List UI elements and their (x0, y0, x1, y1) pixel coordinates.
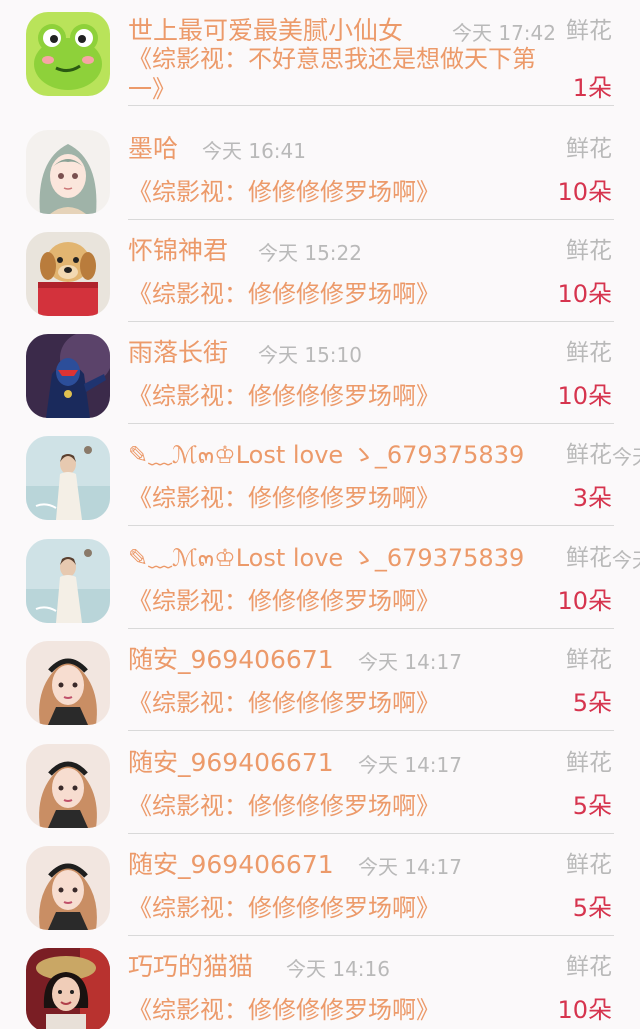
list-item[interactable]: 随安_969406671 今天 14:17 鲜花 《综影视：修修修修罗场啊》 5… (0, 834, 640, 936)
gift-type: 鲜花 (566, 18, 612, 44)
list-item[interactable]: ✎﹏ℳ๓♔Lost love ゝ_679375839 今天 15 鲜花 《综影视… (0, 424, 640, 526)
timestamp: 今天 16:41 (202, 139, 306, 163)
user-name[interactable]: 随安_969406671 (128, 643, 334, 677)
timestamp: 今天 15 (612, 548, 640, 572)
frog-avatar[interactable] (26, 12, 110, 96)
timestamp: 今天 14:17 (358, 753, 462, 777)
gift-type: 鲜花 (566, 545, 612, 571)
gift-count: 5朵 (572, 689, 612, 717)
book-title[interactable]: 《综影视：修修修修罗场啊》 (128, 176, 440, 208)
divider (128, 730, 614, 731)
list-item[interactable]: 墨哈 今天 16:41 鲜花 《综影视：修修修修罗场啊》 10朵 (0, 118, 640, 220)
gift-type: 鲜花 (566, 954, 612, 980)
gift-record-list: 世上最可爱最美腻小仙女 今天 17:42 鲜花 《综影视：不好意思我还是想做天下… (0, 0, 640, 1029)
gift-type: 鲜花 (566, 136, 612, 162)
gift-count: 10朵 (557, 178, 612, 206)
list-item[interactable]: 世上最可爱最美腻小仙女 今天 17:42 鲜花 《综影视：不好意思我还是想做天下… (0, 0, 640, 106)
gift-count: 5朵 (572, 894, 612, 922)
user-name[interactable]: ✎﹏ℳ๓♔Lost love ゝ_679375839 (128, 541, 524, 575)
user-name[interactable]: 随安_969406671 (128, 746, 334, 780)
user-name[interactable]: 世上最可爱最美腻小仙女 (128, 14, 403, 48)
list-item[interactable]: 随安_969406671 今天 14:17 鲜花 《综影视：修修修修罗场啊》 5… (0, 629, 640, 731)
timestamp: 今天 14:17 (358, 650, 462, 674)
retro-girl-avatar[interactable] (26, 744, 110, 828)
book-title[interactable]: 《综影视：不好意思我还是想做天下第一》 (128, 44, 558, 104)
timestamp: 今天 17:42 (452, 21, 556, 45)
anime-girl-avatar[interactable] (26, 130, 110, 214)
timestamp: 今天 15:10 (258, 343, 362, 367)
sea-girl-avatar[interactable] (26, 436, 110, 520)
armored-hero-avatar[interactable] (26, 334, 110, 418)
gift-type: 鲜花 (566, 852, 612, 878)
gift-type: 鲜花 (566, 750, 612, 776)
book-title[interactable]: 《综影视：修修修修罗场啊》 (128, 994, 440, 1026)
user-name[interactable]: 墨哈 (128, 132, 178, 166)
retro-girl-avatar[interactable] (26, 846, 110, 930)
gift-type: 鲜花 (566, 238, 612, 264)
sea-girl-avatar[interactable] (26, 539, 110, 623)
list-item[interactable]: ✎﹏ℳ๓♔Lost love ゝ_679375839 今天 15 鲜花 《综影视… (0, 527, 640, 629)
gift-count: 10朵 (557, 587, 612, 615)
gift-type: 鲜花 (566, 442, 612, 468)
photo-girl-avatar[interactable] (26, 948, 110, 1029)
user-name[interactable]: 雨落长街 (128, 336, 228, 370)
user-name[interactable]: ✎﹏ℳ๓♔Lost love ゝ_679375839 (128, 438, 524, 472)
timestamp: 今天 15:22 (258, 241, 362, 265)
gift-count: 3朵 (572, 484, 612, 512)
book-title[interactable]: 《综影视：修修修修罗场啊》 (128, 892, 440, 924)
timestamp: 今天 14:17 (358, 855, 462, 879)
user-name[interactable]: 怀锦神君 (128, 234, 228, 268)
book-title[interactable]: 《综影视：修修修修罗场啊》 (128, 585, 440, 617)
list-item[interactable]: 巧巧的猫猫 今天 14:16 鲜花 《综影视：修修修修罗场啊》 10朵 (0, 936, 640, 1029)
user-name[interactable]: 随安_969406671 (128, 848, 334, 882)
list-item[interactable]: 随安_969406671 今天 14:17 鲜花 《综影视：修修修修罗场啊》 5… (0, 732, 640, 834)
list-item[interactable]: 怀锦神君 今天 15:22 鲜花 《综影视：修修修修罗场啊》 10朵 (0, 220, 640, 322)
gift-count: 1朵 (572, 74, 612, 102)
book-title[interactable]: 《综影视：修修修修罗场啊》 (128, 482, 440, 514)
gift-count: 10朵 (557, 280, 612, 308)
gift-count: 5朵 (572, 792, 612, 820)
timestamp: 今天 15 (612, 445, 640, 469)
book-title[interactable]: 《综影视：修修修修罗场啊》 (128, 278, 440, 310)
gift-count: 10朵 (557, 382, 612, 410)
book-title[interactable]: 《综影视：修修修修罗场啊》 (128, 380, 440, 412)
book-title[interactable]: 《综影视：修修修修罗场啊》 (128, 790, 440, 822)
list-item[interactable]: 雨落长街 今天 15:10 鲜花 《综影视：修修修修罗场啊》 10朵 (0, 322, 640, 424)
puppy-avatar[interactable] (26, 232, 110, 316)
gift-type: 鲜花 (566, 340, 612, 366)
retro-girl-avatar[interactable] (26, 641, 110, 725)
timestamp: 今天 14:16 (286, 957, 390, 981)
book-title[interactable]: 《综影视：修修修修罗场啊》 (128, 687, 440, 719)
user-name[interactable]: 巧巧的猫猫 (128, 950, 253, 984)
divider (128, 525, 614, 526)
divider (128, 105, 614, 106)
gift-type: 鲜花 (566, 647, 612, 673)
gift-count: 10朵 (557, 996, 612, 1024)
